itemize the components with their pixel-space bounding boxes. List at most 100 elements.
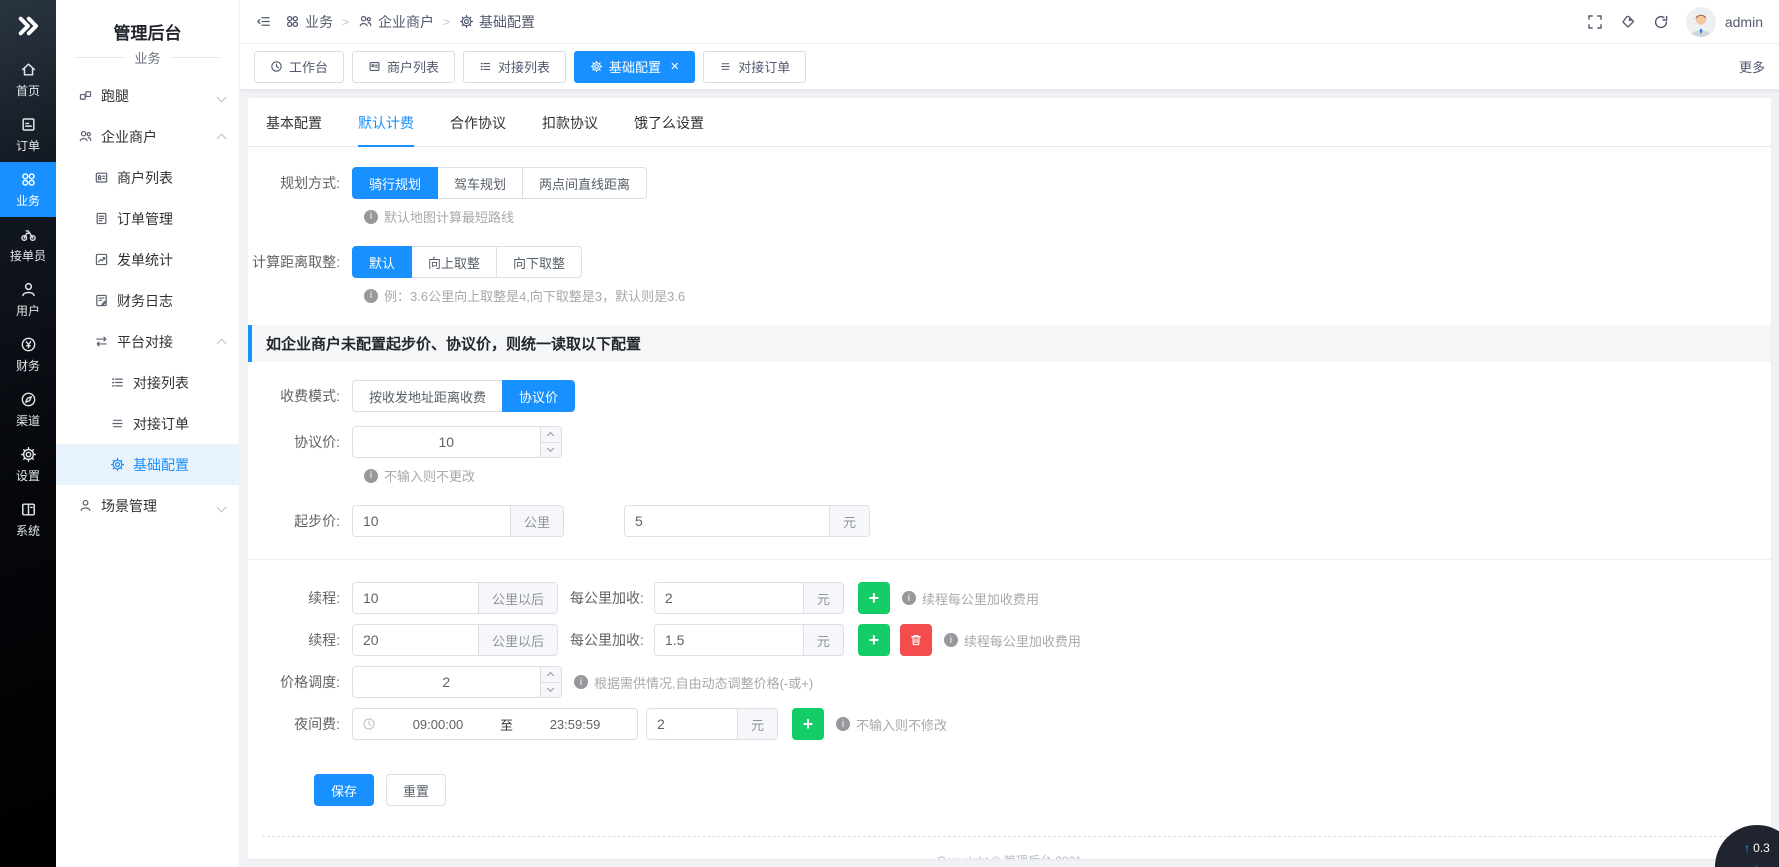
rail-item-home[interactable]: 首页 [0, 52, 56, 107]
tab-default-billing[interactable]: 默认计费 [358, 98, 414, 146]
agreement-price-input[interactable] [353, 427, 540, 457]
rounding-down-button[interactable]: 向下取整 [496, 246, 582, 278]
sidebar-item-dock-list[interactable]: 对接列表 [56, 362, 239, 403]
save-button[interactable]: 保存 [314, 774, 374, 806]
add-night-fee-button[interactable] [792, 708, 824, 740]
stepper-down-button[interactable] [541, 683, 561, 698]
config-card: 基本配置 默认计费 合作协议 扣款协议 饿了么设置 规划方式: 骑行规划 驾车规… [248, 98, 1771, 859]
clock-icon [362, 717, 376, 731]
reset-button[interactable]: 重置 [386, 774, 446, 806]
sidebar-item-paotui[interactable]: 跑腿 [56, 75, 239, 116]
rail-item-business[interactable]: 业务 [0, 162, 56, 217]
delete-renewal-button[interactable] [900, 624, 932, 656]
renewal-fee-input[interactable] [655, 583, 803, 613]
rounding-up-button[interactable]: 向上取整 [411, 246, 497, 278]
refresh-icon[interactable] [1653, 14, 1669, 30]
bike-icon [20, 226, 37, 243]
add-renewal-button[interactable] [858, 624, 890, 656]
person-icon [78, 498, 93, 513]
breadcrumb-basic-config[interactable]: 基础配置 [459, 12, 535, 32]
base-price-km-field: 公里 [352, 505, 564, 537]
tab-dock-orders[interactable]: 对接订单 [703, 51, 806, 83]
sidebar-item-basic-config[interactable]: 基础配置 [56, 444, 239, 485]
charge-by-distance-button[interactable]: 按收发地址距离收费 [352, 380, 503, 412]
night-fee-end-time[interactable]: 23:59:59 [513, 709, 637, 739]
charge-agreement-price-button[interactable]: 协议价 [502, 380, 575, 412]
base-price-km-input[interactable] [353, 506, 510, 536]
renewal-label: 续程: [248, 630, 352, 650]
sidebar-item-platform-dock[interactable]: 平台对接 [56, 321, 239, 362]
tab-deduction-agreement[interactable]: 扣款协议 [542, 98, 598, 146]
rail-item-system[interactable]: 系统 [0, 492, 56, 547]
renewal-km-input[interactable] [353, 625, 478, 655]
night-fee-start-time[interactable]: 09:00:00 [376, 709, 500, 739]
stepper-up-button[interactable] [541, 427, 561, 443]
renewal-fee-input[interactable] [655, 625, 803, 655]
rail-item-courier[interactable]: 接单员 [0, 217, 56, 272]
swap-arrows-icon [94, 334, 109, 349]
breadcrumb-enterprise-merchant[interactable]: 企业商户 [358, 12, 434, 32]
add-renewal-button[interactable] [858, 582, 890, 614]
order-icon [20, 116, 37, 133]
planning-mode-label: 规划方式: [248, 173, 352, 193]
charge-mode-group: 按收发地址距离收费 协议价 [352, 380, 575, 412]
more-button[interactable]: 更多 [1739, 57, 1765, 76]
finance-icon [20, 336, 37, 353]
night-fee-hint: 不输入则不修改 [836, 715, 947, 734]
gear-icon [459, 14, 474, 29]
content-area: 基本配置 默认计费 合作协议 扣款协议 饿了么设置 规划方式: 骑行规划 驾车规… [240, 90, 1779, 867]
tab-cooperation-agreement[interactable]: 合作协议 [450, 98, 506, 146]
sidebar-item-merchant-list[interactable]: 商户列表 [56, 157, 239, 198]
base-price-fee-input[interactable] [625, 506, 829, 536]
rail-item-orders[interactable]: 订单 [0, 107, 56, 162]
id-card-icon [94, 170, 109, 185]
km-unit: 公里 [510, 506, 563, 536]
rail-item-finance[interactable]: 财务 [0, 327, 56, 382]
collapse-sidebar-icon[interactable] [256, 14, 271, 29]
breadcrumb-business[interactable]: 业务 [285, 12, 333, 32]
close-tab-icon[interactable]: ✕ [670, 60, 679, 73]
breadcrumb-separator [342, 15, 349, 29]
tab-workbench[interactable]: 工作台 [254, 51, 344, 83]
tab-dock-list[interactable]: 对接列表 [463, 51, 566, 83]
app-logo[interactable] [0, 0, 56, 52]
section-title: 如企业商户未配置起步价、协议价，则统一读取以下配置 [248, 325, 1771, 362]
tab-merchant-list[interactable]: 商户列表 [352, 51, 455, 83]
username[interactable]: admin [1725, 14, 1763, 30]
price-adjust-input[interactable] [353, 667, 540, 697]
agreement-price-field [352, 426, 562, 458]
agreement-price-hint: 不输入则不更改 [364, 466, 1771, 485]
planning-driving-button[interactable]: 驾车规划 [437, 167, 523, 199]
tab-basic-config[interactable]: 基础配置 ✕ [574, 51, 695, 83]
sidebar-item-scene-manage[interactable]: 场景管理 [56, 485, 239, 526]
home-icon [20, 61, 37, 78]
renewal-km-input[interactable] [353, 583, 478, 613]
sidebar-item-dispatch-stats[interactable]: 发单统计 [56, 239, 239, 280]
night-fee-time-range[interactable]: 09:00:00 至 23:59:59 [352, 708, 638, 740]
theme-skin-icon[interactable] [1620, 14, 1636, 30]
sidebar-item-finance-log[interactable]: 财务日志 [56, 280, 239, 321]
avatar[interactable] [1686, 7, 1716, 37]
fullscreen-icon[interactable] [1587, 14, 1603, 30]
rail-item-channel[interactable]: 渠道 [0, 382, 56, 437]
stepper-down-button[interactable] [541, 443, 561, 458]
planning-straight-line-button[interactable]: 两点间直线距离 [522, 167, 647, 199]
sidebar-item-order-manage[interactable]: 订单管理 [56, 198, 239, 239]
night-fee-amount-input[interactable] [647, 709, 737, 739]
planning-riding-button[interactable]: 骑行规划 [352, 167, 438, 199]
id-card-icon [368, 60, 381, 73]
divider [248, 559, 1771, 560]
sidebar-item-enterprise-merchant[interactable]: 企业商户 [56, 116, 239, 157]
yuan-unit: 元 [803, 625, 843, 655]
stepper-up-button[interactable] [541, 667, 561, 683]
tab-basic-setting[interactable]: 基本配置 [266, 98, 322, 146]
company-icon [78, 129, 93, 144]
rail-item-users[interactable]: 用户 [0, 272, 56, 327]
tab-eleme-setting[interactable]: 饿了么设置 [634, 98, 704, 146]
sidebar-item-dock-orders[interactable]: 对接订单 [56, 403, 239, 444]
chevron-up-icon [218, 334, 225, 350]
copyright: Copyright © 管理后台 2021 [248, 852, 1771, 859]
rounding-default-button[interactable]: 默认 [352, 246, 412, 278]
rail-item-settings[interactable]: 设置 [0, 437, 56, 492]
errand-icon [78, 88, 93, 103]
